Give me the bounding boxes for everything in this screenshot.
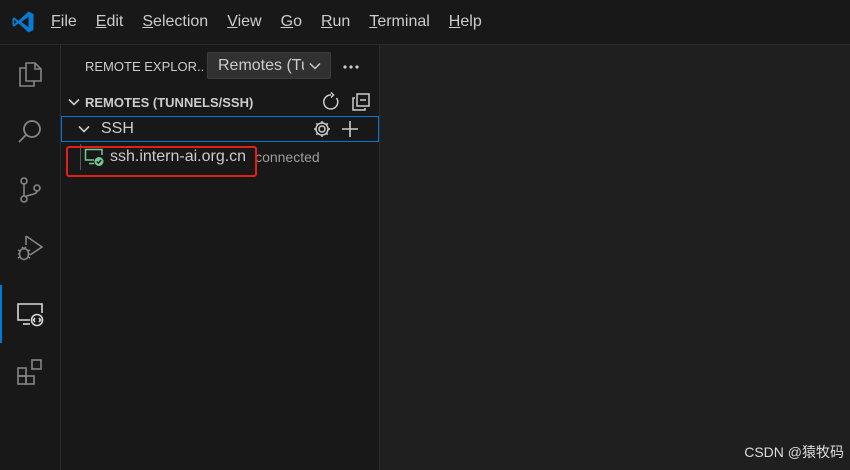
- add-icon[interactable]: [340, 119, 360, 139]
- extensions-icon: [17, 359, 42, 385]
- activity-run-debug[interactable]: [0, 219, 60, 277]
- title-bar: File Edit Selection View Go Run Terminal…: [0, 0, 850, 45]
- activity-bar: [0, 45, 61, 470]
- source-control-icon: [20, 177, 41, 203]
- sidebar-title: REMOTE EXPLOR...: [85, 58, 203, 74]
- menu-edit[interactable]: Edit: [96, 0, 124, 44]
- chevron-down-icon: [68, 98, 80, 106]
- activity-explorer[interactable]: [0, 45, 60, 103]
- menu-file[interactable]: File: [51, 0, 77, 44]
- refresh-icon[interactable]: [321, 92, 341, 112]
- chevron-down-icon: [78, 125, 90, 133]
- collapse-all-icon[interactable]: [351, 92, 371, 112]
- remotes-dropdown[interactable]: Remotes (Tu: [207, 52, 331, 79]
- explorer-icon: [19, 62, 42, 87]
- remote-explorer-sidebar: REMOTE EXPLOR... Remotes (Tu REMOTES (TU…: [61, 45, 380, 470]
- vscode-logo-icon: [12, 11, 34, 33]
- activity-extensions[interactable]: [0, 343, 60, 401]
- ssh-host-status: connected: [255, 149, 320, 165]
- menu-selection[interactable]: Selection: [142, 0, 208, 44]
- activity-search[interactable]: [0, 103, 60, 161]
- settings-gear-icon[interactable]: [312, 119, 332, 139]
- more-actions-icon[interactable]: [341, 57, 361, 77]
- ssh-group-actions: [312, 119, 360, 139]
- ssh-group-label: SSH: [101, 120, 134, 137]
- section-title: REMOTES (TUNNELS/SSH): [85, 94, 254, 110]
- ssh-host-name: ssh.intern-ai.org.cn: [110, 148, 247, 165]
- editor-area: [380, 45, 850, 470]
- chevron-down-icon: [309, 62, 321, 70]
- menu-terminal[interactable]: Terminal: [369, 0, 429, 44]
- menu-run[interactable]: Run: [321, 0, 350, 44]
- search-icon: [18, 120, 41, 143]
- menu-view[interactable]: View: [227, 0, 261, 44]
- remote-explorer-icon: [17, 303, 44, 327]
- activity-remote-explorer[interactable]: [0, 285, 60, 343]
- menu-help[interactable]: Help: [449, 0, 482, 44]
- run-debug-icon: [17, 235, 44, 261]
- watermark: CSDN @猿牧码: [744, 444, 844, 460]
- remotes-section-header[interactable]: REMOTES (TUNNELS/SSH): [61, 90, 379, 114]
- ssh-host-row[interactable]: ssh.intern-ai.org.cn connected: [61, 144, 379, 170]
- remote-connected-icon: [84, 148, 104, 166]
- section-actions: [321, 92, 371, 112]
- remotes-dropdown-value: Remotes (Tu: [218, 56, 304, 74]
- menu-go[interactable]: Go: [281, 0, 302, 44]
- ssh-group-row[interactable]: SSH: [61, 116, 379, 142]
- activity-source-control[interactable]: [0, 161, 60, 219]
